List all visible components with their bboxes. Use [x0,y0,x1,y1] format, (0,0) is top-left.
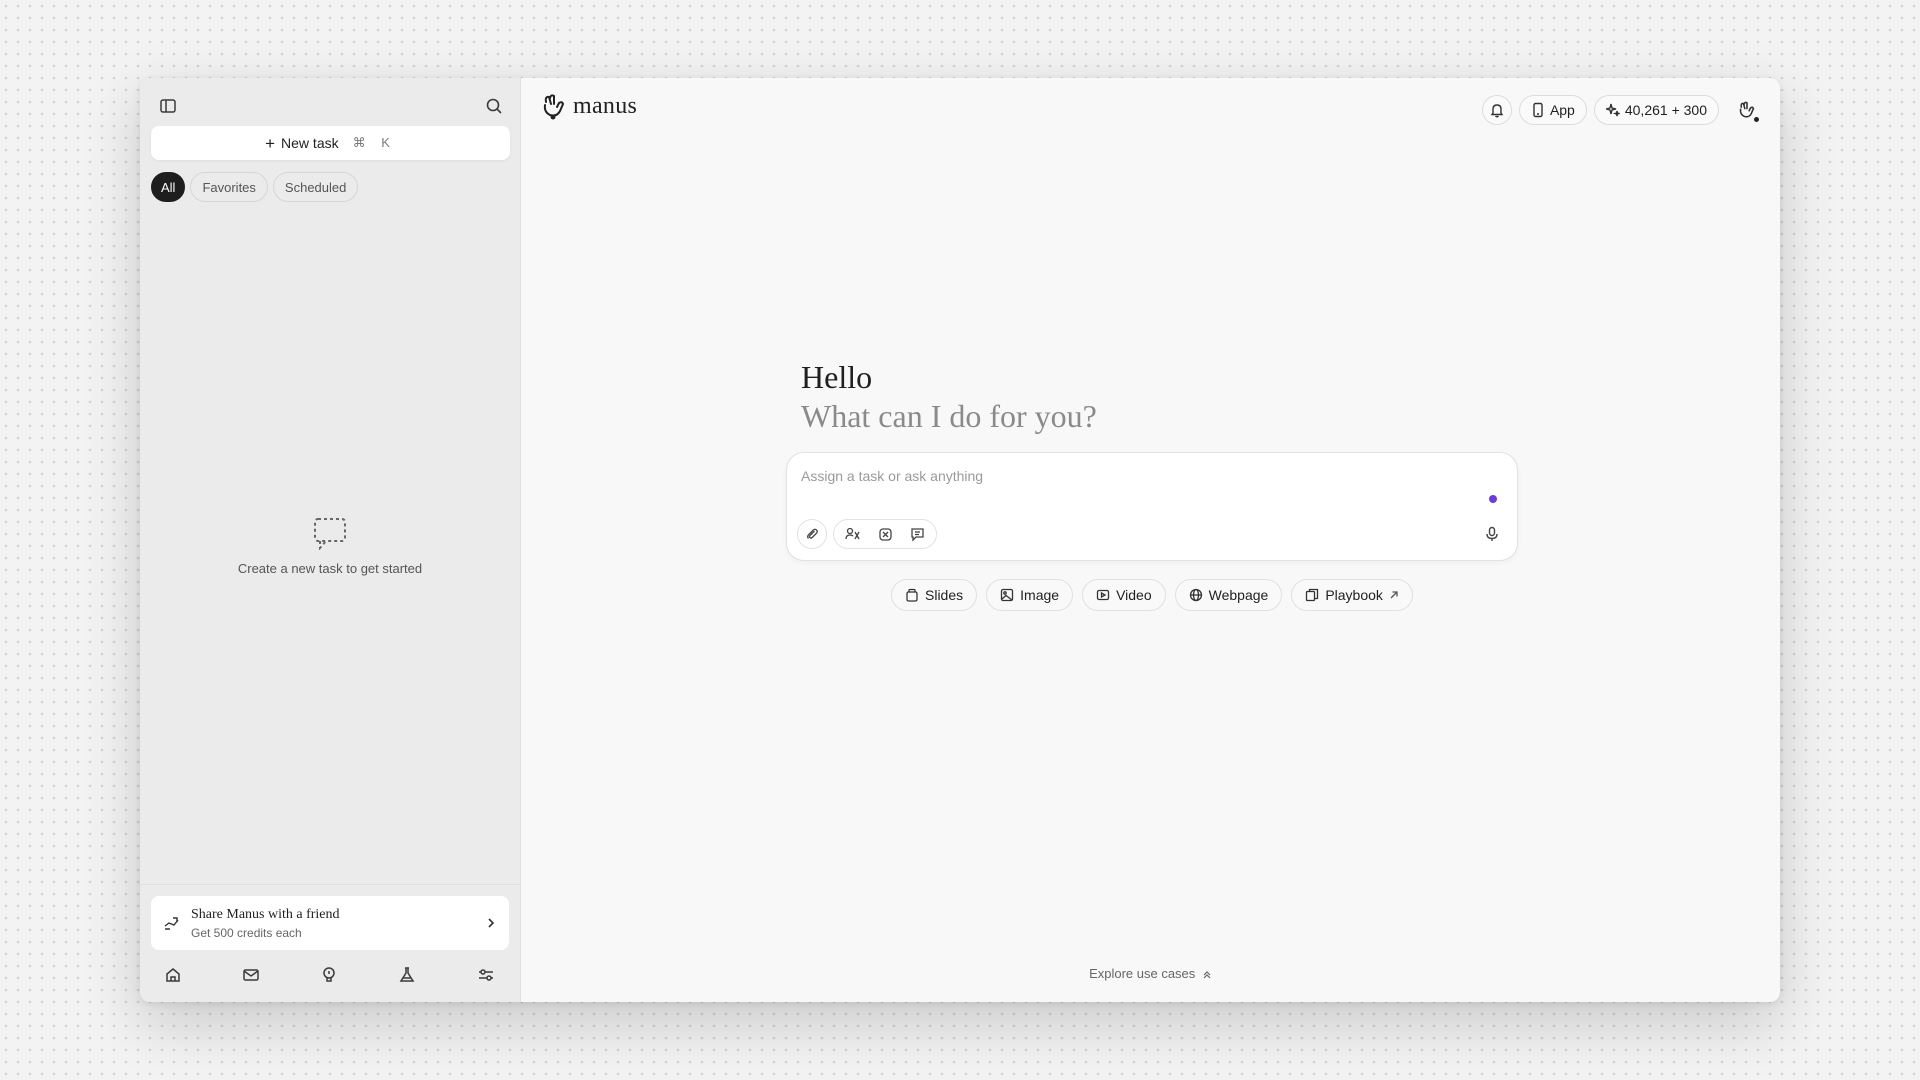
filter-all[interactable]: All [151,172,186,202]
image-label: Image [1020,587,1060,603]
status-dot [1489,495,1497,503]
new-task-shortcut: ⌘ K [352,135,396,150]
lightbulb-icon[interactable] [315,961,343,989]
microphone-button[interactable] [1477,519,1507,549]
share-title: Share Manus with a friend [191,906,340,922]
credits-button[interactable]: 40,261 + 300 [1593,95,1719,125]
bell-icon [1489,102,1505,118]
image-icon [1000,588,1014,602]
playbook-label: Playbook [1325,587,1383,603]
quick-action-playbook[interactable]: Playbook [1291,579,1413,611]
greeting-subtitle: What can I do for you? [801,398,1097,434]
attach-button[interactable] [797,519,827,549]
quick-action-video[interactable]: Video [1082,579,1166,611]
empty-state-text: Create a new task to get started [237,561,423,576]
share-card[interactable]: Share Manus with a friend Get 500 credit… [151,896,509,950]
notifications-button[interactable] [1481,95,1512,125]
chat-mode-icon[interactable] [904,521,930,547]
task-composer [786,452,1518,561]
sparkle-icon [1605,103,1620,117]
quick-action-image[interactable]: Image [986,579,1074,611]
explore-label: Explore use cases [1089,966,1196,981]
chevron-double-up-icon [1202,970,1212,980]
app-label: App [1549,102,1575,118]
quick-actions: Slides Image Video Webpage Playbook [891,579,1413,611]
new-task-button[interactable]: + New task ⌘ K [151,126,510,160]
settings-sliders-icon[interactable] [472,961,500,989]
slides-icon [905,588,919,602]
app-button[interactable]: App [1518,95,1587,125]
slides-label: Slides [925,587,964,603]
app-window: + New task ⌘ K All Favorites Scheduled C… [140,78,1780,1002]
empty-state: Create a new task to get started [140,516,520,576]
integrations-icon[interactable] [872,521,898,547]
flask-icon[interactable] [393,961,421,989]
avatar[interactable] [1730,93,1764,127]
task-input[interactable] [801,465,1401,487]
explore-use-cases[interactable]: Explore use cases [521,966,1780,981]
microphone-icon [1485,526,1499,542]
brand-logo[interactable]: manus [541,92,637,120]
sidebar-bottom-nav [140,961,520,991]
greeting-title: Hello [801,359,873,395]
sidebar-toolbar [150,92,510,122]
quick-action-slides[interactable]: Slides [891,579,978,611]
playbook-icon [1305,588,1319,602]
external-link-icon [1389,590,1399,600]
greeting: Hello What can I do for you? [801,358,1097,436]
gift-hand-icon [163,914,181,932]
paperclip-icon [805,527,819,541]
credits-value: 40,261 + 300 [1624,102,1707,118]
chevron-right-icon [485,917,497,929]
video-icon [1096,588,1110,602]
plus-icon: + [265,133,276,153]
header-actions: App 40,261 + 300 [1481,93,1764,127]
search-icon[interactable] [480,92,508,120]
status-badge [1752,115,1761,124]
new-task-label: New task [281,135,339,151]
empty-chat-icon [312,516,348,550]
home-icon[interactable] [159,961,187,989]
webpage-label: Webpage [1208,587,1269,603]
tool-group [833,519,937,549]
brand-name: manus [573,92,638,119]
manus-hand-icon [541,92,567,120]
quick-action-webpage[interactable]: Webpage [1174,579,1283,611]
filter-favorites[interactable]: Favorites [190,172,268,202]
phone-icon [1531,102,1545,118]
task-filters: All Favorites Scheduled [151,172,359,202]
filter-scheduled[interactable]: Scheduled [272,172,359,202]
main-panel: manus App 40,261 + 300 Hello What can I … [521,78,1780,1002]
sidebar-toggle-icon[interactable] [154,92,182,120]
connectors-icon[interactable] [840,521,866,547]
mail-icon[interactable] [237,961,265,989]
video-label: Video [1116,587,1152,603]
globe-icon [1189,588,1203,602]
sidebar: + New task ⌘ K All Favorites Scheduled C… [140,78,521,1002]
sidebar-divider [140,884,520,885]
share-subtitle: Get 500 credits each [191,925,302,940]
